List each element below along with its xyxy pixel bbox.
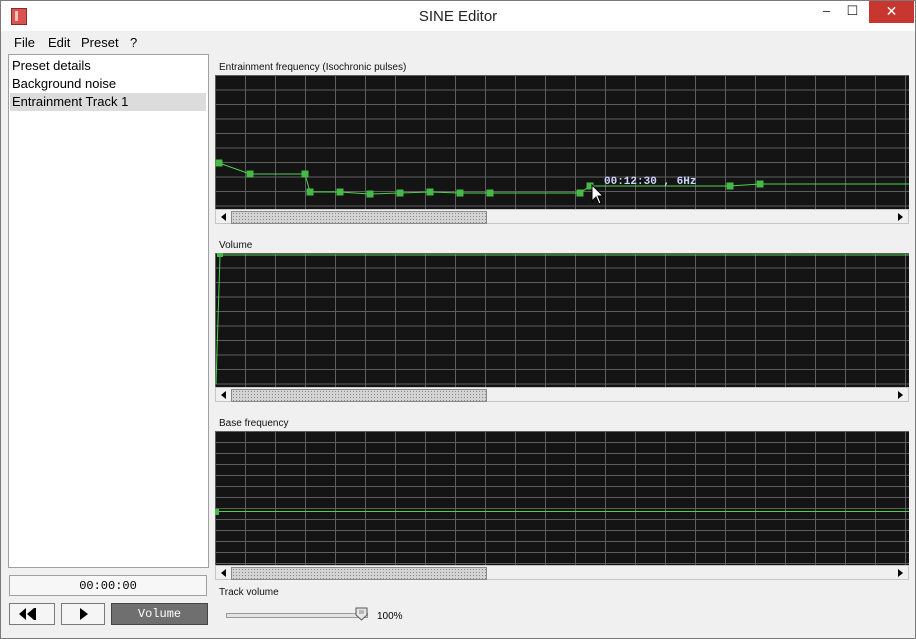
scroll-right-arrow-icon[interactable] [893,567,907,579]
track-volume-slider[interactable] [226,613,368,618]
window-title: SINE Editor [418,8,498,25]
control-point [217,253,223,257]
control-point [215,159,223,167]
rewind-button[interactable] [9,603,55,625]
close-button[interactable]: ✕ [869,1,914,23]
menu-file[interactable]: File [14,35,35,50]
control-point [336,188,344,196]
control-point [215,509,219,515]
base-frequency-graph[interactable] [215,431,909,565]
control-point [246,170,254,178]
control-point [726,182,734,190]
sidebar-item-entrainment-track-1[interactable]: Entrainment Track 1 [10,93,206,111]
scroll-right-arrow-icon[interactable] [893,389,907,401]
control-point [301,170,309,178]
base-frequency-label: Base frequency [219,418,289,429]
control-point [576,189,584,197]
volume-scrollbar[interactable] [215,387,909,402]
scroll-thumb[interactable] [231,211,487,224]
cursor-tooltip: 00:12:30 , 6Hz [604,176,697,188]
scroll-left-arrow-icon[interactable] [217,211,231,223]
control-point [486,189,494,197]
volume-graph[interactable] [215,253,909,387]
entrainment-frequency-graph[interactable] [215,75,909,209]
mouse-cursor-icon [591,184,605,205]
play-button[interactable] [61,603,105,625]
scroll-thumb[interactable] [231,567,487,580]
sidebar-item-preset-details[interactable]: Preset details [10,57,206,75]
control-point [756,180,764,188]
volume-label: Volume [219,240,253,251]
scroll-thumb[interactable] [231,389,487,402]
scroll-left-arrow-icon[interactable] [217,389,231,401]
control-point [456,189,464,197]
control-point [426,188,434,196]
graph-background [215,75,909,209]
menu-bar: File Edit Preset ? [1,31,915,53]
track-volume-value: 100% [377,611,403,622]
time-display: 00:00:00 [9,575,207,596]
menu-preset[interactable]: Preset [81,35,119,50]
maximize-button[interactable]: ☐ [839,1,866,23]
scroll-left-arrow-icon[interactable] [217,567,231,579]
minimize-button[interactable]: – [813,1,840,23]
sine-editor-window: SINE Editor – ☐ ✕ File Edit Preset ? Pre… [0,0,916,639]
title-bar: SINE Editor – ☐ ✕ [1,1,915,31]
control-point [306,188,314,196]
menu-help[interactable]: ? [130,35,137,50]
play-icon [80,608,88,620]
slider-thumb-icon[interactable] [355,607,368,621]
rewind-icon [19,608,36,620]
track-list: Preset details Background noise Entrainm… [8,54,209,568]
track-volume-label: Track volume [219,587,279,598]
sidebar-item-background-noise[interactable]: Background noise [10,75,206,93]
graph-background [215,253,909,387]
scroll-right-arrow-icon[interactable] [893,211,907,223]
base-frequency-scrollbar[interactable] [215,565,909,580]
control-point [396,189,404,197]
menu-edit[interactable]: Edit [48,35,70,50]
entrainment-scrollbar[interactable] [215,209,909,224]
control-point [366,190,374,198]
volume-toggle-button[interactable]: Volume [111,603,208,625]
entrainment-frequency-label: Entrainment frequency (Isochronic pulses… [219,62,407,73]
